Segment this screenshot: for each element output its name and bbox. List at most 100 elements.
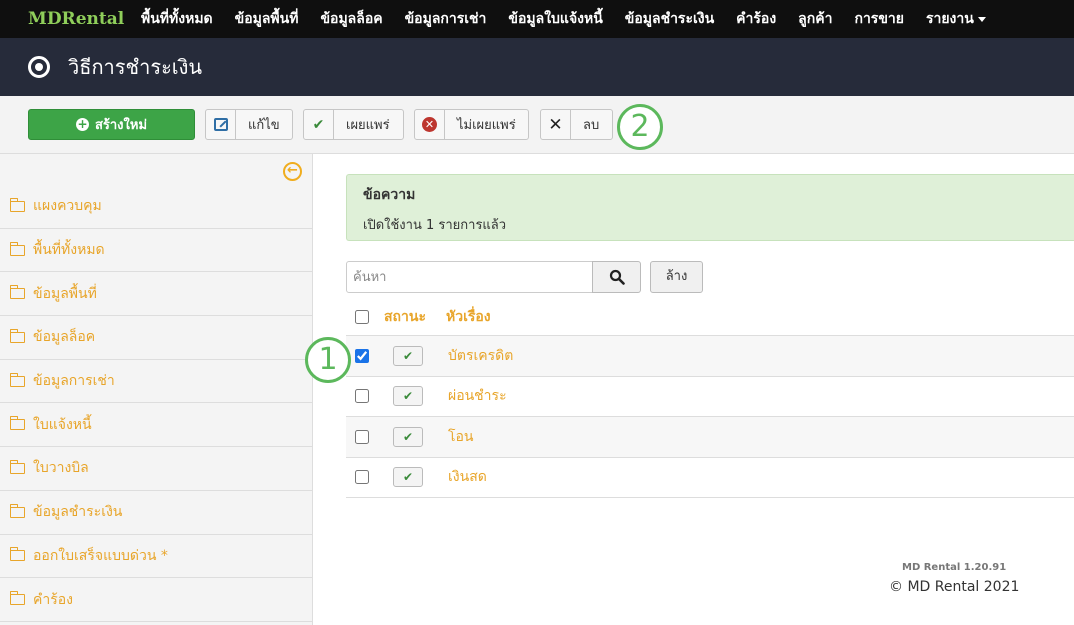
search-input[interactable] (346, 261, 593, 293)
nav-item-customers[interactable]: ลูกค้า (787, 0, 843, 38)
sidebar-item-rental-info[interactable]: ข้อมูลการเช่า (0, 360, 312, 404)
nav-item-requests[interactable]: คำร้อง (725, 0, 787, 38)
toolbar: + สร้างใหม่ แก้ไข ✔ เผยแพร่ ✕ ไม่เผยแพร่… (0, 96, 1074, 154)
row-checkbox[interactable] (355, 429, 369, 444)
check-icon: ✔ (402, 470, 414, 485)
status-cell: ✔ (384, 426, 448, 447)
plus-circle-icon: + (75, 117, 89, 131)
sidebar-item-billing[interactable]: ใบวางบิล (0, 447, 312, 491)
row-checkbox[interactable] (355, 470, 369, 485)
sidebar-item-label: ข้อมูลการเช่า (33, 373, 115, 390)
select-all-checkbox[interactable] (355, 309, 369, 324)
sidebar-menu: แผงควบคุม พื้นที่ทั้งหมด ข้อมูลพื้นที่ ข… (0, 185, 312, 622)
sidebar-item-invoices[interactable]: ใบแจ้งหนี้ (0, 403, 312, 448)
arrow-left-circle-icon[interactable]: ← (283, 162, 302, 181)
sidebar-item-label: ใบวางบิล (33, 460, 89, 477)
status-cell: ✔ (384, 345, 448, 366)
payment-methods-table: สถานะ หัวเรื่อง ✔ บัตรเครดิต ✔ ผ่อนชำระ … (346, 298, 1074, 498)
row-title-link[interactable]: ผ่อนชำระ (448, 385, 507, 407)
nav-item-reports-label: รายงาน (925, 11, 974, 27)
page-header: วิธีการชำระเงิน (0, 38, 1074, 96)
check-icon: ✔ (402, 348, 414, 363)
nav-menu: พื้นที่ทั้งหมด ข้อมูลพื้นที่ ข้อมูลล็อค … (130, 0, 997, 38)
edit-button[interactable]: แก้ไข (205, 109, 293, 140)
brand-logo[interactable]: MDRental (0, 9, 130, 29)
row-checkbox[interactable] (355, 389, 369, 404)
sidebar-item-label: แผงควบคุม (33, 198, 102, 215)
publish-icon-box: ✔ (304, 110, 334, 139)
new-button[interactable]: + สร้างใหม่ (28, 109, 195, 140)
new-button-label: สร้างใหม่ (94, 118, 148, 133)
x-circle-icon: ✕ (422, 117, 437, 132)
unpublish-button[interactable]: ✕ ไม่เผยแพร่ (414, 109, 529, 140)
folder-icon (9, 591, 25, 606)
version-text: MD Rental 1.20.91 (902, 562, 1007, 573)
page-title: วิธีการชำระเงิน (68, 55, 203, 79)
nav-item-area-info[interactable]: ข้อมูลพื้นที่ (224, 0, 310, 38)
table-row: ✔ เงินสด (346, 458, 1074, 498)
sidebar-item-label: พื้นที่ทั้งหมด (33, 242, 105, 259)
success-alert: ข้อความ เปิดใช้งาน 1 รายการแล้ว (346, 174, 1074, 241)
sidebar-item-label: ออกใบเสร็จแบบด่วน * (33, 547, 168, 564)
edit-icon-box (206, 110, 236, 139)
nav-item-lock-info[interactable]: ข้อมูลล็อค (309, 0, 393, 38)
table-row: ✔ ผ่อนชำระ (346, 377, 1074, 417)
sidebar: ← แผงควบคุม พื้นที่ทั้งหมด ข้อมูลพื้นที่… (0, 154, 313, 625)
sidebar-item-payment-info[interactable]: ข้อมูลชำระเงิน (0, 491, 312, 535)
close-icon: ✕ (548, 114, 563, 135)
radio-dot-icon (28, 56, 50, 78)
sidebar-item-quick-receipt[interactable]: ออกใบเสร็จแบบด่วน * (0, 535, 312, 579)
delete-button-label: ลบ (583, 118, 600, 133)
sidebar-item-lock-info[interactable]: ข้อมูลล็อค (0, 316, 312, 360)
folder-icon (9, 459, 25, 474)
row-title-link[interactable]: บัตรเครดิต (448, 345, 513, 367)
folder-icon (9, 197, 25, 212)
search-icon (609, 269, 625, 285)
status-toggle-button[interactable]: ✔ (393, 386, 423, 407)
sidebar-item-all-areas[interactable]: พื้นที่ทั้งหมด (0, 229, 312, 273)
folder-icon (9, 503, 25, 518)
publish-button[interactable]: ✔ เผยแพร่ (303, 109, 404, 140)
folder-icon (9, 328, 25, 343)
sidebar-item-label: ข้อมูลชำระเงิน (33, 504, 123, 521)
publish-button-label: เผยแพร่ (346, 118, 390, 133)
column-header-status[interactable]: สถานะ (384, 306, 448, 328)
status-cell: ✔ (384, 386, 448, 407)
sidebar-item-requests[interactable]: คำร้อง (0, 578, 312, 622)
sidebar-item-label: ข้อมูลพื้นที่ (33, 285, 97, 302)
folder-icon (9, 547, 25, 562)
status-toggle-button[interactable]: ✔ (393, 426, 423, 447)
table-row: ✔ บัตรเครดิต (346, 336, 1074, 377)
nav-item-sales[interactable]: การขาย (843, 0, 915, 38)
folder-icon (9, 285, 25, 300)
nav-item-rental-info[interactable]: ข้อมูลการเช่า (394, 0, 498, 38)
row-title-link[interactable]: เงินสด (448, 466, 487, 488)
table-row: ✔ โอน (346, 417, 1074, 458)
status-toggle-button[interactable]: ✔ (393, 467, 423, 488)
delete-button[interactable]: ✕ ลบ (540, 109, 613, 140)
nav-item-invoice-info[interactable]: ข้อมูลใบแจ้งหนี้ (497, 0, 613, 38)
row-checkbox[interactable] (355, 348, 369, 363)
row-title-link[interactable]: โอน (448, 426, 474, 448)
sidebar-item-dashboard[interactable]: แผงควบคุม (0, 185, 312, 229)
alert-title: ข้อความ (363, 187, 416, 203)
nav-item-all-areas[interactable]: พื้นที่ทั้งหมด (130, 0, 224, 38)
delete-icon-box: ✕ (541, 110, 571, 139)
nav-item-reports[interactable]: รายงาน (915, 0, 997, 38)
column-header-title[interactable]: หัวเรื่อง (446, 306, 491, 328)
nav-item-payment-info[interactable]: ข้อมูลชำระเงิน (614, 0, 725, 38)
caret-down-icon (977, 16, 986, 22)
sidebar-item-area-info[interactable]: ข้อมูลพื้นที่ (0, 272, 312, 317)
unpublish-icon-box: ✕ (415, 110, 445, 139)
status-toggle-button[interactable]: ✔ (393, 345, 423, 366)
top-navbar: MDRental พื้นที่ทั้งหมด ข้อมูลพื้นที่ ข้… (0, 0, 1074, 38)
clear-button[interactable]: ล้าง (650, 261, 703, 293)
search-button[interactable] (592, 261, 641, 293)
sidebar-item-label: ใบแจ้งหนี้ (33, 416, 92, 433)
unpublish-button-label: ไม่เผยแพร่ (457, 118, 516, 133)
status-cell: ✔ (384, 467, 448, 488)
table-header: สถานะ หัวเรื่อง (346, 298, 1074, 336)
callout-marker-1: 1 (305, 337, 351, 383)
folder-icon (9, 241, 25, 256)
check-icon: ✔ (402, 429, 414, 444)
